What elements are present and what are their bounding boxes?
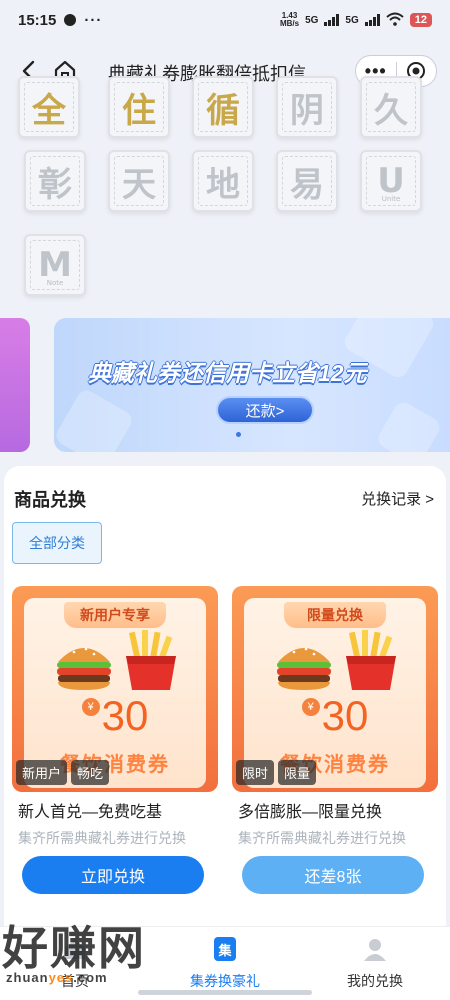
net-speed-unit: MB/s bbox=[279, 19, 300, 28]
banner-headline: 典藏礼券还信用卡立省12元 bbox=[88, 360, 367, 386]
tab-my-exchange[interactable]: 我的兑换 bbox=[300, 927, 450, 1000]
bottom-tab-bar: 首页 集 集券换豪礼 我的兑换 bbox=[0, 926, 450, 1000]
status-bar: 15:15 ··· 1.43 MB/s 5G 5G 12 bbox=[0, 0, 450, 40]
card-tile[interactable]: U Unite bbox=[360, 150, 422, 212]
tile-char: 住 bbox=[122, 90, 156, 131]
repay-button[interactable]: 还款> bbox=[216, 396, 314, 424]
status-time: 15:15 bbox=[18, 11, 57, 29]
card-tile[interactable]: 住 bbox=[108, 76, 170, 138]
signal-icon-2 bbox=[364, 14, 380, 26]
coupon-price: ¥30 bbox=[244, 692, 426, 740]
section-title: 商品兑换 bbox=[14, 490, 86, 510]
battery-icon: 12 bbox=[409, 13, 432, 27]
currency-icon: ¥ bbox=[301, 698, 320, 716]
tag: 畅吃 bbox=[71, 760, 110, 785]
card-tile[interactable]: 易 bbox=[276, 150, 338, 212]
product-name: 新人首兑—免费吃基 bbox=[18, 804, 163, 821]
fries-icon bbox=[346, 630, 396, 690]
coupon-ribbon: 新用户专享 bbox=[64, 602, 166, 628]
tile-char: 彰 bbox=[38, 164, 72, 205]
tile-sub: Note bbox=[46, 279, 64, 287]
tile-char: 天 bbox=[122, 164, 156, 205]
coupon-image: 新用户专享 ¥30 餐饮消费券 新用户 畅吃 bbox=[12, 586, 218, 792]
category-all-button[interactable]: 全部分类 bbox=[12, 522, 102, 564]
product-card[interactable]: 新用户专享 ¥30 餐饮消费券 新用户 畅吃 新人首兑—免费吃基 集齐所需典藏礼… bbox=[12, 586, 218, 926]
product-tags: 新用户 畅吃 bbox=[16, 760, 110, 785]
product-card[interactable]: 限量兑换 ¥30 餐饮消费券 限时 限量 多倍膨胀—限量兑换 集齐所需典藏礼券进… bbox=[232, 586, 438, 926]
tab-label: 我的兑换 bbox=[347, 973, 403, 989]
tile-char: 循 bbox=[206, 90, 240, 131]
coupon-price: ¥30 bbox=[24, 692, 206, 740]
tile-char: 全 bbox=[32, 90, 66, 131]
tile-sub: Unite bbox=[381, 195, 401, 203]
banner-pager bbox=[236, 432, 241, 437]
product-desc: 集齐所需典藏礼券进行兑换 bbox=[238, 830, 406, 846]
fries-icon bbox=[126, 630, 176, 690]
currency-icon: ¥ bbox=[81, 698, 100, 716]
user-icon bbox=[359, 933, 391, 965]
home-indicator bbox=[138, 990, 312, 995]
tab-label: 集券换豪礼 bbox=[190, 973, 260, 989]
burger-icon bbox=[57, 647, 111, 690]
sim2-label: 5G bbox=[345, 14, 359, 26]
svg-text:集: 集 bbox=[217, 943, 232, 959]
tile-char: 地 bbox=[206, 164, 240, 205]
card-tile[interactable]: 全 bbox=[18, 76, 80, 138]
banner-decoration bbox=[374, 398, 444, 452]
notification-icon bbox=[64, 14, 77, 26]
banner-decoration bbox=[54, 387, 135, 452]
wifi-icon bbox=[386, 12, 404, 29]
tag: 新用户 bbox=[16, 760, 68, 785]
tag: 限时 bbox=[236, 760, 275, 785]
tab-label: 首页 bbox=[61, 973, 89, 989]
exchange-record-link[interactable]: 兑换记录 > bbox=[361, 488, 434, 509]
tag: 限量 bbox=[278, 760, 317, 785]
coupon-amount: 30 bbox=[321, 692, 369, 739]
home-tab-icon bbox=[59, 933, 91, 965]
signal-icon bbox=[324, 14, 340, 26]
prev-banner-slide[interactable] bbox=[0, 318, 30, 452]
card-tile[interactable]: 彰 bbox=[24, 150, 86, 212]
status-more: ··· bbox=[84, 11, 103, 29]
card-tile[interactable]: M Note bbox=[24, 234, 86, 296]
redeem-now-button[interactable]: 立即兑换 bbox=[22, 856, 204, 894]
coupon-amount: 30 bbox=[101, 692, 149, 739]
product-tags: 限时 限量 bbox=[236, 760, 317, 785]
promo-banner[interactable]: 典藏礼券还信用卡立省12元 还款> bbox=[54, 318, 450, 452]
coupon-image: 限量兑换 ¥30 餐饮消费券 限时 限量 bbox=[232, 586, 438, 792]
net-speed: 1.43 MB/s bbox=[280, 12, 299, 28]
coupon-ribbon: 限量兑换 bbox=[284, 602, 386, 628]
tab-home[interactable]: 首页 bbox=[0, 927, 150, 1000]
card-tile[interactable]: 阴 bbox=[276, 76, 338, 138]
tile-char: 久 bbox=[374, 90, 408, 131]
burger-icon bbox=[277, 647, 331, 690]
status-indicators: 1.43 MB/s 5G 5G 12 bbox=[280, 12, 432, 29]
tile-char: 易 bbox=[290, 164, 324, 205]
sim1-label: 5G bbox=[305, 14, 319, 26]
need-more-button[interactable]: 还差8张 bbox=[242, 856, 424, 894]
card-tile[interactable]: 天 bbox=[108, 150, 170, 212]
pager-dot-active bbox=[236, 432, 241, 437]
product-desc: 集齐所需典藏礼券进行兑换 bbox=[18, 830, 186, 846]
tile-char: 阴 bbox=[290, 90, 324, 131]
card-tile[interactable]: 久 bbox=[360, 76, 422, 138]
card-tile[interactable]: 地 bbox=[192, 150, 254, 212]
card-tile[interactable]: 循 bbox=[192, 76, 254, 138]
product-name: 多倍膨胀—限量兑换 bbox=[238, 804, 383, 821]
collect-tab-icon: 集 bbox=[209, 933, 241, 965]
goods-exchange-panel: 商品兑换 兑换记录 > 全部分类 新用户专享 ¥ 30 餐饮消费券 新用户 畅吃… bbox=[4, 466, 446, 926]
